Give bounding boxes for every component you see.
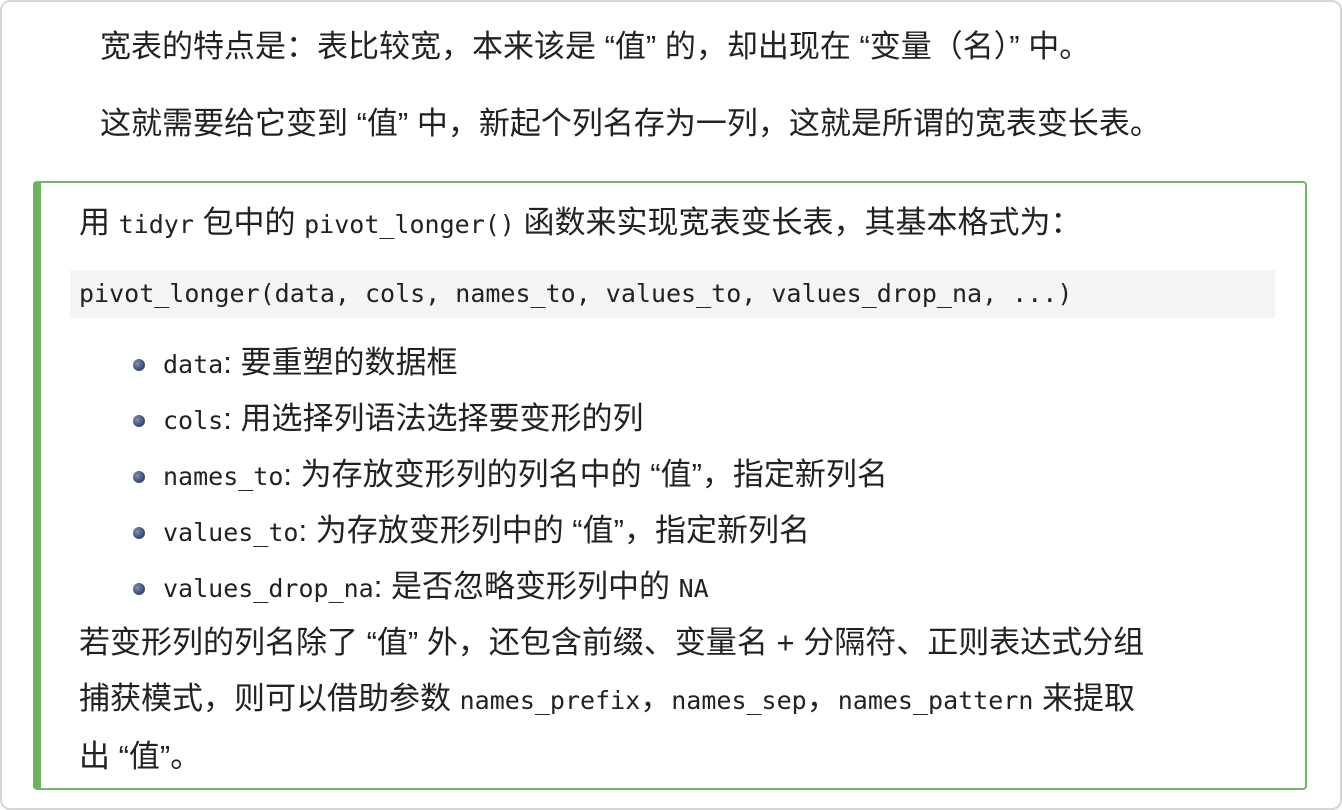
argument-name-code: cols <box>163 406 224 435</box>
bullet-icon <box>133 471 145 483</box>
separator-comma: ， <box>640 681 672 716</box>
list-item: values_to: 为存放变形列中的 “值”，指定新列名 <box>41 503 888 559</box>
argument-description: : 为存放变形列的列名中的 “值”，指定新列名 <box>283 457 888 492</box>
function-signature-code-block: pivot_longer(data, cols, names_to, value… <box>70 270 1275 318</box>
separator-comma: ， <box>806 681 838 716</box>
tip-callout-box: 用 tidyr 包中的 pivot_longer() 函数来实现宽表变长表，其基… <box>33 181 1307 790</box>
list-item: cols: 用选择列语法选择要变形的列 <box>41 391 888 447</box>
bullet-icon <box>133 359 145 371</box>
list-item: names_to: 为存放变形列的列名中的 “值”，指定新列名 <box>41 447 888 503</box>
argument-name-code: data <box>163 350 224 379</box>
argument-description: : 为存放变形列中的 “值”，指定新列名 <box>298 513 810 548</box>
callout-intro: 用 tidyr 包中的 pivot_longer() 函数来实现宽表变长表，其基… <box>79 203 1081 245</box>
names-prefix-code: names_prefix <box>459 686 641 715</box>
na-value-code: NA <box>678 574 709 603</box>
argument-description: : 是否忽略变形列中的 <box>373 569 679 604</box>
names-sep-code: names_sep <box>671 686 807 715</box>
argument-list: data: 要重塑的数据框 cols: 用选择列语法选择要变形的列 names_… <box>41 335 888 615</box>
list-item: data: 要重塑的数据框 <box>41 335 888 391</box>
document-page: 宽表的特点是：表比较宽，本来该是 “值” 的，却出现在 “变量（名）” 中。 这… <box>0 0 1342 810</box>
outro-line-1: 若变形列的列名除了 “值” 外，还包含前缀、变量名 + 分隔符、正则表达式分组 <box>79 625 1145 660</box>
intro-text-start: 用 <box>79 205 119 240</box>
package-name-code: tidyr <box>118 210 194 239</box>
argument-description: : 用选择列语法选择要变形的列 <box>223 401 644 436</box>
bullet-icon <box>133 583 145 595</box>
intro-text-end: 函数来实现宽表变长表，其基本格式为： <box>514 205 1082 240</box>
function-name-code: pivot_longer() <box>304 210 515 239</box>
bullet-icon <box>133 527 145 539</box>
paragraph-wide-table-definition: 宽表的特点是：表比较宽，本来该是 “值” 的，却出现在 “变量（名）” 中。 <box>100 29 1091 64</box>
bullet-icon <box>133 415 145 427</box>
callout-outro: 若变形列的列名除了 “值” 外，还包含前缀、变量名 + 分隔符、正则表达式分组 … <box>79 615 1269 785</box>
intro-text-middle: 包中的 <box>193 205 305 240</box>
paragraph-wide-to-long-explanation: 这就需要给它变到 “值” 中，新起个列名存为一列，这就是所谓的宽表变长表。 <box>100 106 1161 141</box>
argument-name-code: names_to <box>163 462 284 491</box>
list-item: values_drop_na: 是否忽略变形列中的 NA <box>41 559 888 615</box>
argument-name-code: values_drop_na <box>163 574 374 603</box>
outro-line-2-text-start: 捕获模式，则可以借助参数 <box>79 681 460 716</box>
outro-line-2-text-end: 来提取 <box>1033 681 1136 716</box>
argument-description: : 要重塑的数据框 <box>223 345 458 380</box>
argument-name-code: values_to <box>163 518 299 547</box>
outro-line-3: 出 “值”。 <box>79 739 202 774</box>
outro-line-2: 捕获模式，则可以借助参数 names_prefix，names_sep，name… <box>79 671 1269 729</box>
names-pattern-code: names_pattern <box>837 686 1034 715</box>
